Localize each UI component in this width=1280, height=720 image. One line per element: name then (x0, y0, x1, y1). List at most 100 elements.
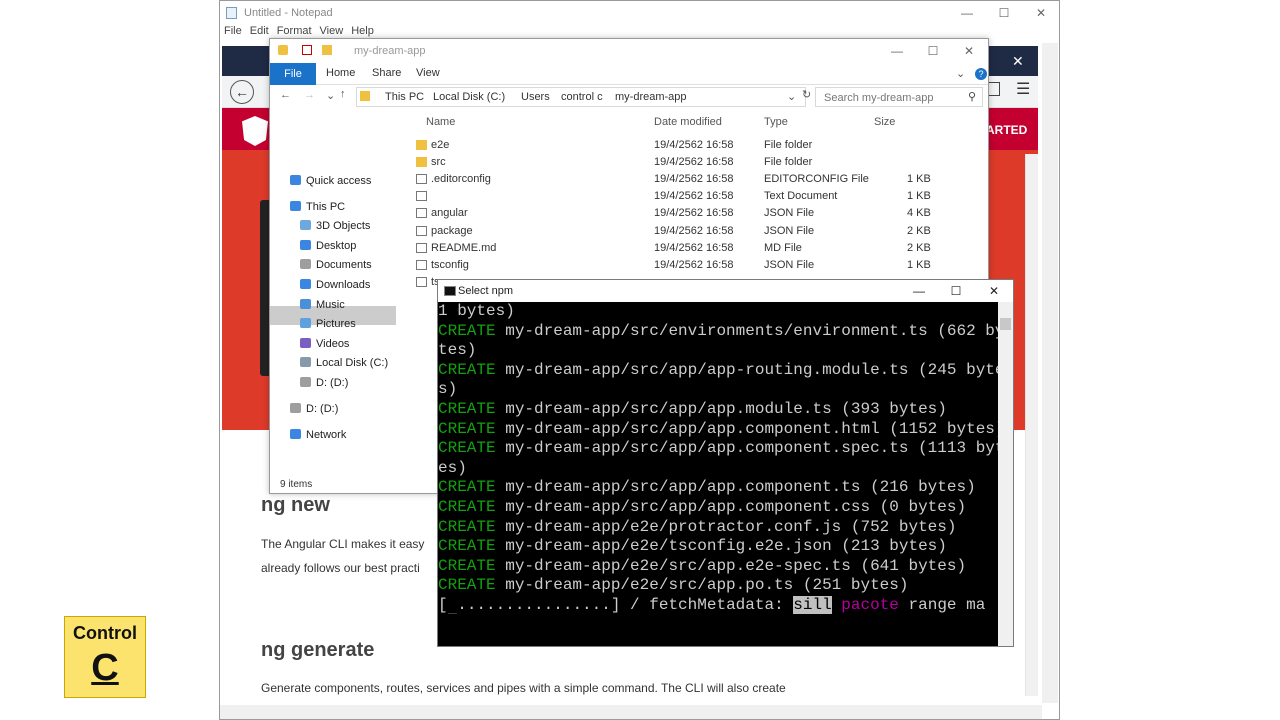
col-date[interactable]: Date modified (654, 116, 722, 128)
terminal-titlebar[interactable]: Select npm — ☐ ✕ (438, 280, 1013, 302)
explorer-titlebar[interactable]: my-dream-app — ☐ ✕ (270, 39, 988, 63)
terminal-line: tes) (438, 341, 476, 361)
terminal-scroll-thumb[interactable] (1000, 318, 1011, 330)
refresh-icon[interactable]: ↻ (802, 88, 811, 101)
breadcrumb-this-pc[interactable]: This PC (385, 91, 424, 103)
nav-item-10[interactable]: D: (D:) (300, 374, 348, 393)
explorer-close-icon[interactable]: ✕ (960, 42, 978, 60)
terminal-line: CREATE my-dream-app/e2e/tsconfig.e2e.jso… (438, 537, 947, 557)
ribbon-share-tab[interactable]: Share (372, 67, 401, 79)
terminal-segment: my-dream-app/src/app/app.component.html … (495, 419, 998, 438)
explorer-maximize-icon[interactable]: ☐ (924, 42, 942, 60)
back-icon[interactable]: ← (230, 80, 254, 104)
ribbon-view-tab[interactable]: View (416, 67, 440, 79)
file-row[interactable]: e2e 19/4/2562 16:58 File folder (400, 137, 988, 154)
notepad-vertical-scrollbar[interactable] (1042, 43, 1058, 703)
terminal-line: s) (438, 380, 457, 400)
back-icon[interactable]: ← (280, 89, 291, 101)
file-row[interactable]: angular 19/4/2562 16:58 JSON File 4 KB (400, 205, 988, 222)
file-row[interactable]: 19/4/2562 16:58 Text Document 1 KB (400, 188, 988, 205)
recent-icon[interactable]: ⌄ (326, 89, 335, 102)
menu-view[interactable]: View (320, 25, 344, 37)
terminal-segment: sill (793, 596, 832, 614)
address-bar[interactable]: This PC Local Disk (C:) Users control c … (356, 87, 806, 107)
nav-item-4[interactable]: Documents (300, 256, 372, 275)
up-icon[interactable]: ↑ (340, 88, 346, 100)
terminal-scrollbar[interactable] (998, 302, 1013, 646)
file-row[interactable]: .editorconfig 19/4/2562 16:58 EDITORCONFIG… (400, 171, 988, 188)
nav-item-7[interactable]: Pictures (300, 315, 356, 334)
properties-icon[interactable] (302, 45, 312, 55)
file-row[interactable]: tsconfig 19/4/2562 16:58 JSON File 1 KB (400, 257, 988, 274)
file-row[interactable]: src 19/4/2562 16:58 File folder (400, 154, 988, 171)
search-icon[interactable]: ⚲ (968, 90, 976, 103)
drive-icon (290, 403, 301, 413)
get-started-button[interactable]: ARTED (986, 123, 1027, 137)
nav-item-2[interactable]: 3D Objects (300, 217, 370, 236)
menu-format[interactable]: Format (277, 25, 312, 37)
menu-file[interactable]: File (224, 25, 242, 37)
nav-item-5[interactable]: Downloads (300, 276, 370, 295)
terminal-segment: my-dream-app/src/app/app.component.css (… (495, 498, 967, 516)
forward-icon[interactable]: → (304, 89, 315, 101)
breadcrumb-my-dream-app[interactable]: my-dream-app (615, 91, 687, 103)
terminal-output[interactable]: 1 bytes) CREATE my-dream-app/src/environm… (438, 302, 998, 646)
menu-edit[interactable]: Edit (250, 25, 269, 37)
notepad-horizontal-scrollbar[interactable] (220, 705, 1042, 719)
nav-item-6[interactable]: Music (300, 296, 345, 315)
minimize-icon[interactable]: — (958, 4, 976, 22)
ng-new-text-1: The Angular CLI makes it easy (261, 537, 425, 551)
nav-item-3[interactable]: Desktop (300, 237, 356, 256)
nav-item-9[interactable]: Local Disk (C:) (300, 354, 388, 373)
nav-item-11[interactable]: D: (D:) (290, 400, 338, 419)
nav-item-8[interactable]: Videos (300, 335, 349, 354)
ribbon-expand-icon[interactable]: ⌄ (956, 67, 965, 80)
file-icon (416, 242, 427, 253)
terminal-line: CREATE my-dream-app/e2e/src/app.e2e-spec… (438, 557, 966, 577)
terminal-segment: my-dream-app/src/app/app.module.ts (393 … (495, 400, 947, 418)
file-row[interactable]: package 19/4/2562 16:58 JSON File 2 KB (400, 223, 988, 240)
terminal-line: CREATE my-dream-app/src/app/app.componen… (438, 498, 966, 518)
terminal-segment: [ (438, 596, 448, 614)
reader-icon[interactable] (988, 82, 1000, 96)
explorer-minimize-icon[interactable]: — (888, 42, 906, 60)
close-icon[interactable]: ✕ (1032, 4, 1050, 22)
browser-scrollbar[interactable] (1025, 154, 1038, 696)
menu-icon[interactable]: ☰ (1016, 79, 1030, 99)
json-file-icon (416, 225, 427, 236)
breadcrumb-control-c[interactable]: control c (561, 91, 603, 103)
menu-help[interactable]: Help (351, 25, 374, 37)
nav-item-1[interactable]: This PC (290, 198, 345, 217)
browser-close-icon[interactable]: ✕ (1012, 53, 1024, 70)
col-type[interactable]: Type (764, 116, 788, 128)
new-folder-icon[interactable] (322, 45, 332, 55)
notepad-titlebar[interactable]: Untitled - Notepad — ☐ ✕ (220, 1, 1059, 25)
maximize-icon[interactable]: ☐ (995, 4, 1013, 22)
terminal-maximize-icon[interactable]: ☐ (947, 282, 965, 300)
breadcrumb-users[interactable]: Users (521, 91, 550, 103)
col-size[interactable]: Size (874, 116, 895, 128)
terminal-segment: s) (438, 380, 458, 399)
file-date: 19/4/2562 16:58 (654, 190, 734, 203)
terminal-close-icon[interactable]: ✕ (985, 282, 1003, 300)
file-type: File folder (764, 139, 813, 151)
file-type: File folder (764, 156, 813, 169)
explorer-ribbon: File Home Share View ⌄ ? (270, 63, 988, 85)
terminal-line: CREATE my-dream-app/src/app/app.componen… (438, 439, 998, 459)
breadcrumb-local-disk[interactable]: Local Disk (C:) (433, 91, 505, 103)
file-row[interactable]: README.md 19/4/2562 16:58 MD File 2 KB (400, 240, 988, 257)
ribbon-file-tab[interactable]: File (270, 63, 316, 85)
terminal-minimize-icon[interactable]: — (910, 282, 928, 300)
drive-icon (300, 377, 311, 387)
nav-item-0[interactable]: Quick access (290, 172, 371, 191)
help-icon[interactable]: ? (975, 68, 987, 80)
search-input[interactable]: Search my-dream-app (815, 87, 983, 107)
nav-item-label: Pictures (316, 318, 356, 330)
nav-item-12[interactable]: Network (290, 426, 346, 445)
terminal-line: 1 bytes) (438, 302, 515, 322)
terminal-line: CREATE my-dream-app/src/app/app.componen… (438, 420, 998, 440)
file-size: 4 KB (907, 207, 931, 220)
col-name[interactable]: Name (426, 116, 455, 128)
ribbon-home-tab[interactable]: Home (326, 67, 355, 79)
address-dropdown-icon[interactable]: ⌄ (787, 90, 796, 103)
